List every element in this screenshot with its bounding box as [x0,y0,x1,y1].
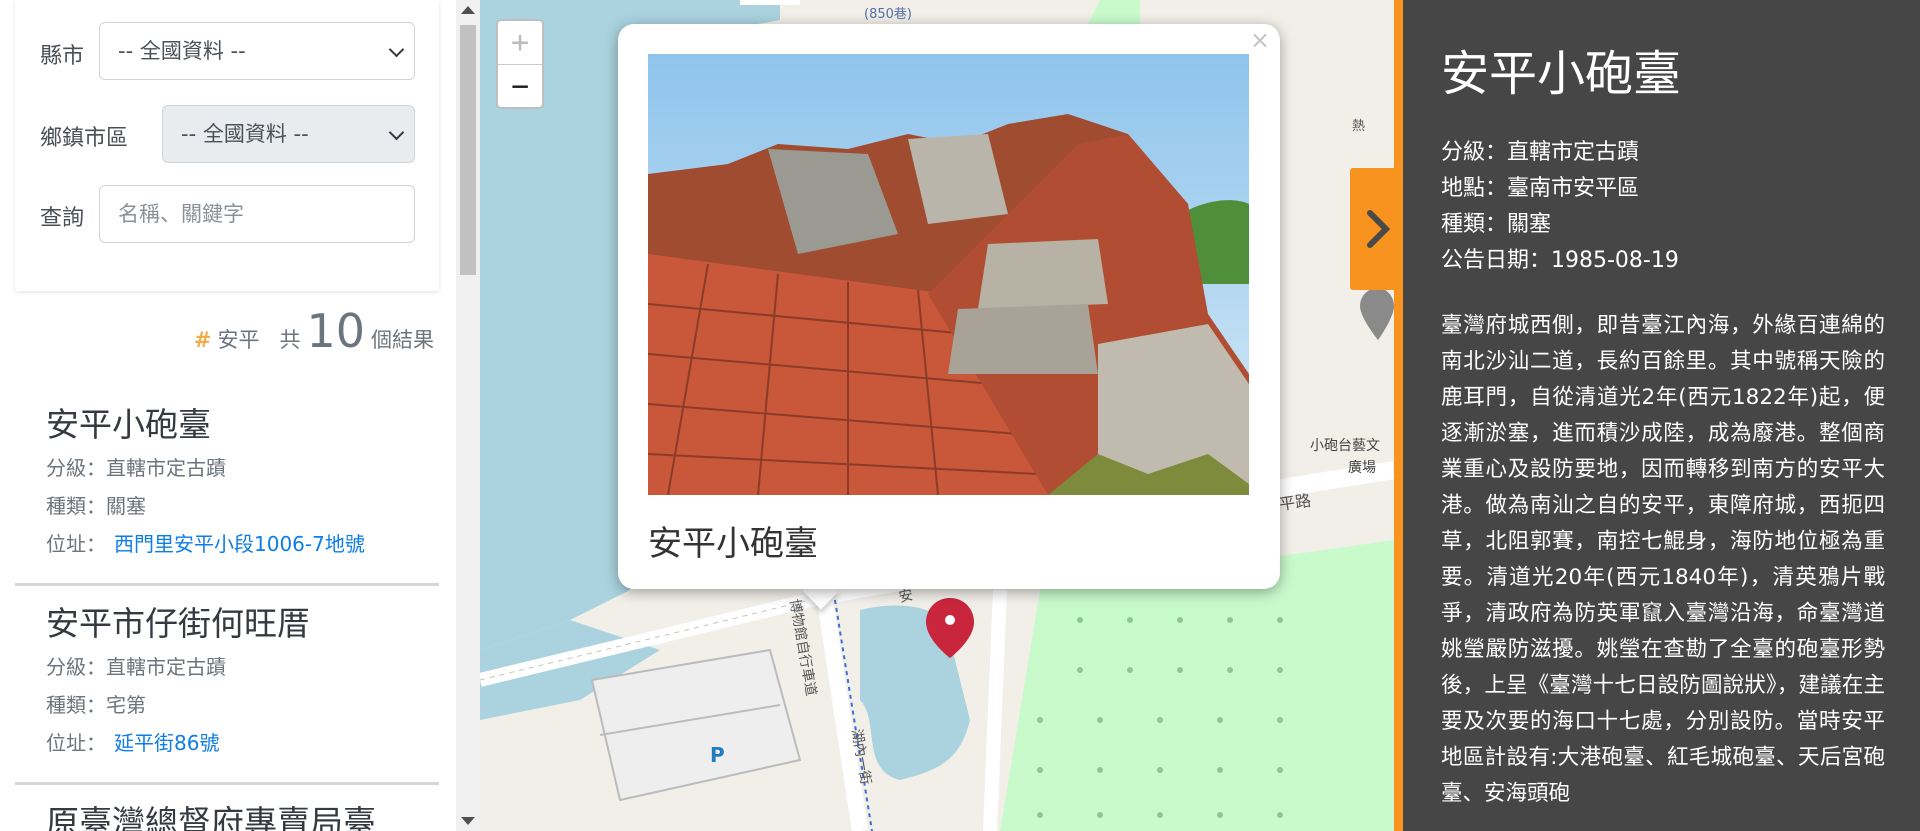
address-link[interactable]: 西門里安平小段1006-7地號 [114,532,365,556]
zoom-out-button[interactable]: − [498,65,542,109]
result-category: 種類：宅第 [46,693,146,717]
parking-label: P [710,743,725,767]
result-title[interactable]: 安平市仔街何旺厝 [46,600,439,648]
detail-description: 臺灣府城西側，即昔臺江內海，外緣百連綿的南北沙汕二道，長約百餘里。其中號稱天險的… [1441,313,1885,806]
filter-card: 縣市 -- 全國資料 -- 鄉鎮市區 -- 全國資料 -- 查詢 [15,0,439,291]
detail-location: 地點：臺南市安平區 [1441,176,1640,201]
county-label: 縣市 [40,44,85,69]
summary-prefix: 共 [279,328,301,352]
township-label: 鄉鎮市區 [40,126,129,151]
result-title[interactable]: 原臺灣總督府專賣局臺 [46,799,439,831]
query-label: 查詢 [40,206,85,231]
site-photo [648,54,1249,495]
scroll-up-arrow-icon[interactable] [461,6,475,14]
detail-panel: 安平小砲臺 分級：直轄市定古蹟 地點：臺南市安平區 種類：關塞 公告日期：198… [1394,0,1920,831]
result-item[interactable]: 原臺灣總督府專賣局臺 [15,799,439,831]
road [983,589,1007,831]
address-label: 位址： [46,532,106,556]
map-label: 安 [898,587,915,606]
result-count: 10 [306,304,365,358]
result-address: 位址： 西門里安平小段1006-7地號 [46,525,439,563]
map-label: 小砲台藝文 [1310,438,1380,454]
zoom-in-button[interactable]: + [498,21,542,65]
township-select[interactable]: -- 全國資料 -- [162,105,415,163]
popup-title: 安平小砲臺 [648,524,818,564]
result-item[interactable]: 安平市仔街何旺厝 分級：直轄市定古蹟 種類：宅第 位址： 延平街86號 [15,600,439,762]
summary-suffix: 個結果 [371,328,434,352]
map-label: 平路 [1278,491,1312,514]
result-summary: # 安平 共 10 個結果 [194,304,434,364]
county-select[interactable]: -- 全國資料 -- [99,22,415,80]
scrollbar-thumb[interactable] [460,25,476,275]
result-divider [15,583,439,586]
hash-icon: # [193,328,212,352]
sidebar-scrollbar[interactable] [456,0,480,831]
search-input[interactable] [99,185,415,243]
address-link[interactable]: 延平街86號 [114,731,219,755]
map[interactable]: (850巷) 小砲台藝文 廣場 平路 博物館自行車道 湖內一街 安 P 熱 + … [480,0,1394,831]
chevron-right-icon [1367,210,1391,248]
county-select-value: -- 全國資料 -- [118,39,246,63]
map-marker-icon [1360,288,1394,340]
map-label: 博物館自行車道 [786,598,820,697]
map-label: (850巷) [864,7,912,22]
detail-grade: 分級：直轄市定古蹟 [1441,140,1640,165]
map-label: 廣場 [1348,459,1376,476]
result-divider [15,782,439,785]
township-select-value: -- 全國資料 -- [181,122,309,146]
result-grade: 分級：直轄市定古蹟 [46,456,226,480]
zoom-control: + − [496,19,544,109]
detail-title: 安平小砲臺 [1441,46,1682,102]
chevron-down-icon [388,124,405,141]
road [817,598,868,831]
map-label: 熱 [1352,119,1365,134]
detail-category: 種類：關塞 [1441,212,1552,237]
result-grade: 分級：直轄市定古蹟 [46,655,226,679]
chevron-down-icon [388,41,405,58]
popup-close-button[interactable]: × [1250,26,1270,54]
sidebar: 縣市 -- 全國資料 -- 鄉鎮市區 -- 全國資料 -- 查詢 # 安平 共 … [0,0,456,831]
result-category: 種類：關塞 [46,494,146,518]
result-title[interactable]: 安平小砲臺 [46,401,439,449]
map-popup: × 安平小砲臺 [618,24,1280,589]
result-address: 位址： 延平街86號 [46,724,439,762]
scroll-down-arrow-icon[interactable] [461,817,475,825]
result-item[interactable]: 安平小砲臺 分級：直轄市定古蹟 種類：關塞 位址： 西門里安平小段1006-7地號 [15,401,439,563]
detail-date: 公告日期：1985-08-19 [1441,248,1679,273]
summary-keyword: 安平 [217,328,260,352]
address-label: 位址： [46,731,106,755]
